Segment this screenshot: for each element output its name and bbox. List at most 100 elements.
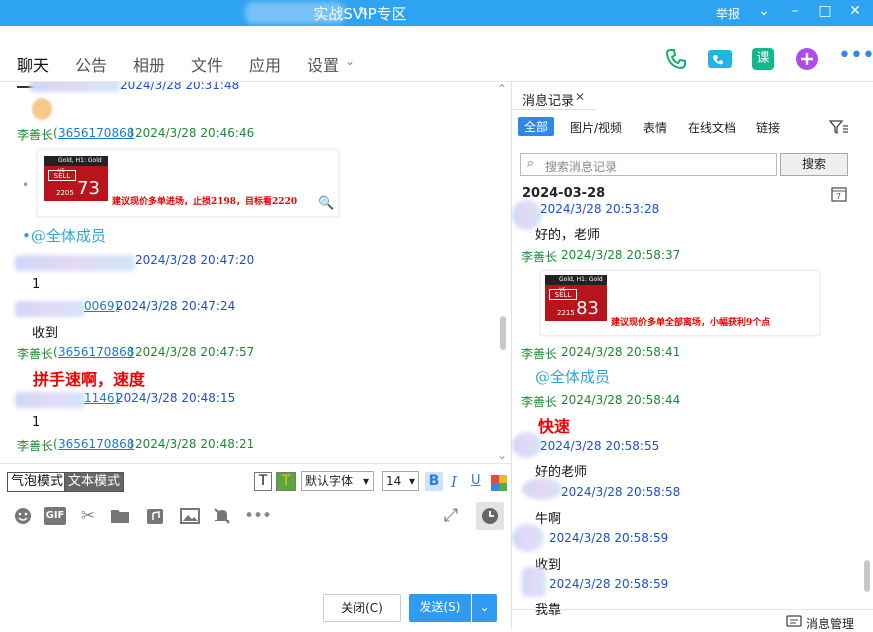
tab-files[interactable]: 文件 xyxy=(191,52,223,76)
calendar-icon[interactable]: 7 xyxy=(831,186,847,202)
history-sender[interactable]: 李善长 xyxy=(521,393,557,410)
history-tab[interactable]: 消息记录 xyxy=(522,90,574,109)
filter-media[interactable]: 图片/视频 xyxy=(570,119,622,136)
message-history-panel: 消息记录 ✕ 全部 图片/视频 表情 在线文档 链接 ⌕ 搜索消息记录 搜索 2… xyxy=(511,82,873,632)
history-sender[interactable]: 李善长 xyxy=(521,345,557,362)
search-icon: ⌕ xyxy=(527,156,535,171)
history-time: 2024/3/28 20:58:59 xyxy=(549,531,669,545)
sender-name[interactable]: 李善长 xyxy=(17,437,53,454)
history-time: 2024/3/28 20:58:58 xyxy=(561,485,681,499)
history-search-button[interactable]: 搜索 xyxy=(780,153,848,176)
top-nav: 聊天 公告 相册 文件 应用 设置 ⌄ 课 ••• xyxy=(0,26,873,88)
more-tools-icon[interactable]: ••• xyxy=(244,506,272,526)
lesson-icon[interactable]: 课 xyxy=(752,48,774,70)
underline-button[interactable]: U xyxy=(471,473,481,488)
more-icon[interactable]: ••• xyxy=(838,43,873,68)
text-mode-button[interactable]: 文本模式 xyxy=(64,472,125,492)
message-body: 收到 xyxy=(32,326,59,341)
bold-button[interactable]: B xyxy=(425,472,443,491)
image-icon[interactable] xyxy=(180,506,200,526)
phone-icon[interactable] xyxy=(664,47,688,71)
chevron-down-icon[interactable]: ⌄ xyxy=(345,54,355,68)
image-caption: 建议现价多单全部离场，小幅获利9个点 xyxy=(611,318,771,328)
font-select[interactable]: 默认字体 ▾ xyxy=(301,471,374,491)
italic-button[interactable]: I xyxy=(451,473,457,491)
blurred-sender xyxy=(30,82,120,92)
history-scrollbar[interactable] xyxy=(864,560,870,592)
tab-album[interactable]: 相册 xyxy=(133,52,165,76)
color-palette-icon[interactable] xyxy=(491,475,507,491)
message-time: 2024/3/28 20:47:20 xyxy=(135,253,255,267)
message-manage-icon[interactable] xyxy=(786,615,802,629)
chevron-down-icon[interactable]: ⌄ xyxy=(753,3,775,19)
message-time: 2024/3/28 20:46:46 xyxy=(135,126,255,140)
history-time: 2024/3/28 20:58:59 xyxy=(549,577,669,591)
scroll-up-icon[interactable]: ⌃ xyxy=(497,82,507,96)
bubble-mode-button[interactable]: 气泡模式 xyxy=(7,472,68,492)
maximize-icon[interactable]: □ xyxy=(814,3,836,19)
history-body: 牛啊 xyxy=(535,512,562,527)
emoji-icon[interactable] xyxy=(13,506,33,526)
add-icon[interactable] xyxy=(795,47,819,71)
folder-icon[interactable] xyxy=(110,506,130,526)
sender-qq[interactable]: 3656170868 xyxy=(58,437,134,451)
text-color-icon[interactable]: T xyxy=(276,472,296,491)
history-time: 2024/3/28 20:58:44 xyxy=(561,393,681,407)
video-icon[interactable] xyxy=(707,48,733,70)
mention-all: @全体成员 xyxy=(535,368,611,386)
sender-qq[interactable]: 3656170868 xyxy=(58,345,134,359)
tab-settings[interactable]: 设置 xyxy=(307,52,339,76)
close-button[interactable]: 关闭(C) xyxy=(323,594,401,622)
sender-name[interactable]: 李善长 xyxy=(17,345,53,362)
filter-emoji[interactable]: 表情 xyxy=(643,119,667,136)
scroll-down-icon[interactable]: ⌄ xyxy=(497,448,507,462)
history-body: 好的，老师 xyxy=(535,228,601,243)
blurred-avatar xyxy=(512,524,544,552)
message-time: 2024/3/28 20:48:15 xyxy=(116,391,236,405)
tab-chat[interactable]: 聊天 xyxy=(17,52,50,88)
blurred-sender xyxy=(15,392,85,408)
history-time: 2024/3/28 20:58:37 xyxy=(561,248,681,262)
blurred-avatar xyxy=(522,567,546,597)
chat-message-area[interactable]: 2024/3/28 20:31:48 李善长 ( 3656170868 ) 20… xyxy=(0,82,511,462)
edit-title-icon[interactable]: ✎ xyxy=(358,5,369,20)
report-link[interactable]: 举报 xyxy=(716,5,740,22)
expand-icon[interactable]: ⤢ xyxy=(441,506,461,526)
zoom-icon[interactable]: 🔍 xyxy=(318,196,334,211)
mention-all: •@全体成员 xyxy=(22,227,106,245)
send-options-chevron-icon[interactable]: ⌄ xyxy=(472,594,497,622)
music-icon[interactable] xyxy=(145,506,165,526)
message-body: 拼手速啊，速度 xyxy=(33,370,146,389)
image-caption: 建议现价多单进场，止损2198，目标看2220 xyxy=(112,197,298,207)
sender-qq[interactable]: 1146) xyxy=(84,391,119,405)
font-size-select[interactable]: 14 ▾ xyxy=(382,471,419,491)
mute-bell-icon[interactable] xyxy=(212,506,232,526)
close-history-icon[interactable]: ✕ xyxy=(575,90,585,104)
history-body: 快速 xyxy=(538,417,571,436)
tab-announcement[interactable]: 公告 xyxy=(75,52,107,76)
tab-apps[interactable]: 应用 xyxy=(249,52,281,76)
sticker-image[interactable] xyxy=(32,98,52,120)
sender-qq[interactable]: 0069) xyxy=(84,299,119,313)
minimize-icon[interactable]: – xyxy=(784,3,806,19)
sender-qq[interactable]: 3656170868 xyxy=(58,126,134,140)
sender-name[interactable]: 李善长 xyxy=(17,126,53,143)
history-date: 2024-03-28 xyxy=(522,186,606,201)
history-sender[interactable]: 李善长 xyxy=(521,248,557,265)
send-button[interactable]: 发送(S) xyxy=(409,594,471,622)
filter-links[interactable]: 链接 xyxy=(756,119,780,136)
filter-docs[interactable]: 在线文档 xyxy=(688,119,736,136)
filter-all[interactable]: 全部 xyxy=(518,117,555,136)
history-button[interactable] xyxy=(476,502,504,530)
filter-icon[interactable] xyxy=(829,119,849,135)
text-style-icon[interactable]: T xyxy=(254,472,272,491)
scissors-icon[interactable]: ✂ xyxy=(78,506,98,526)
gif-icon[interactable]: GIF xyxy=(44,507,66,525)
message-manage-link[interactable]: 消息管理 xyxy=(806,615,854,632)
chat-scrollbar[interactable] xyxy=(500,316,506,350)
message-image[interactable]: Gold, H1: Gold vs SELL 2205 73 建议现价多单进场，… xyxy=(37,149,339,217)
blurred-avatar xyxy=(512,432,542,458)
close-icon[interactable]: ✕ xyxy=(844,3,866,19)
history-image[interactable]: Gold, H1: Gold vs SELL 2215 83 建议现价多单全部离… xyxy=(540,270,820,336)
history-search-input[interactable]: ⌕ 搜索消息记录 xyxy=(520,153,777,176)
